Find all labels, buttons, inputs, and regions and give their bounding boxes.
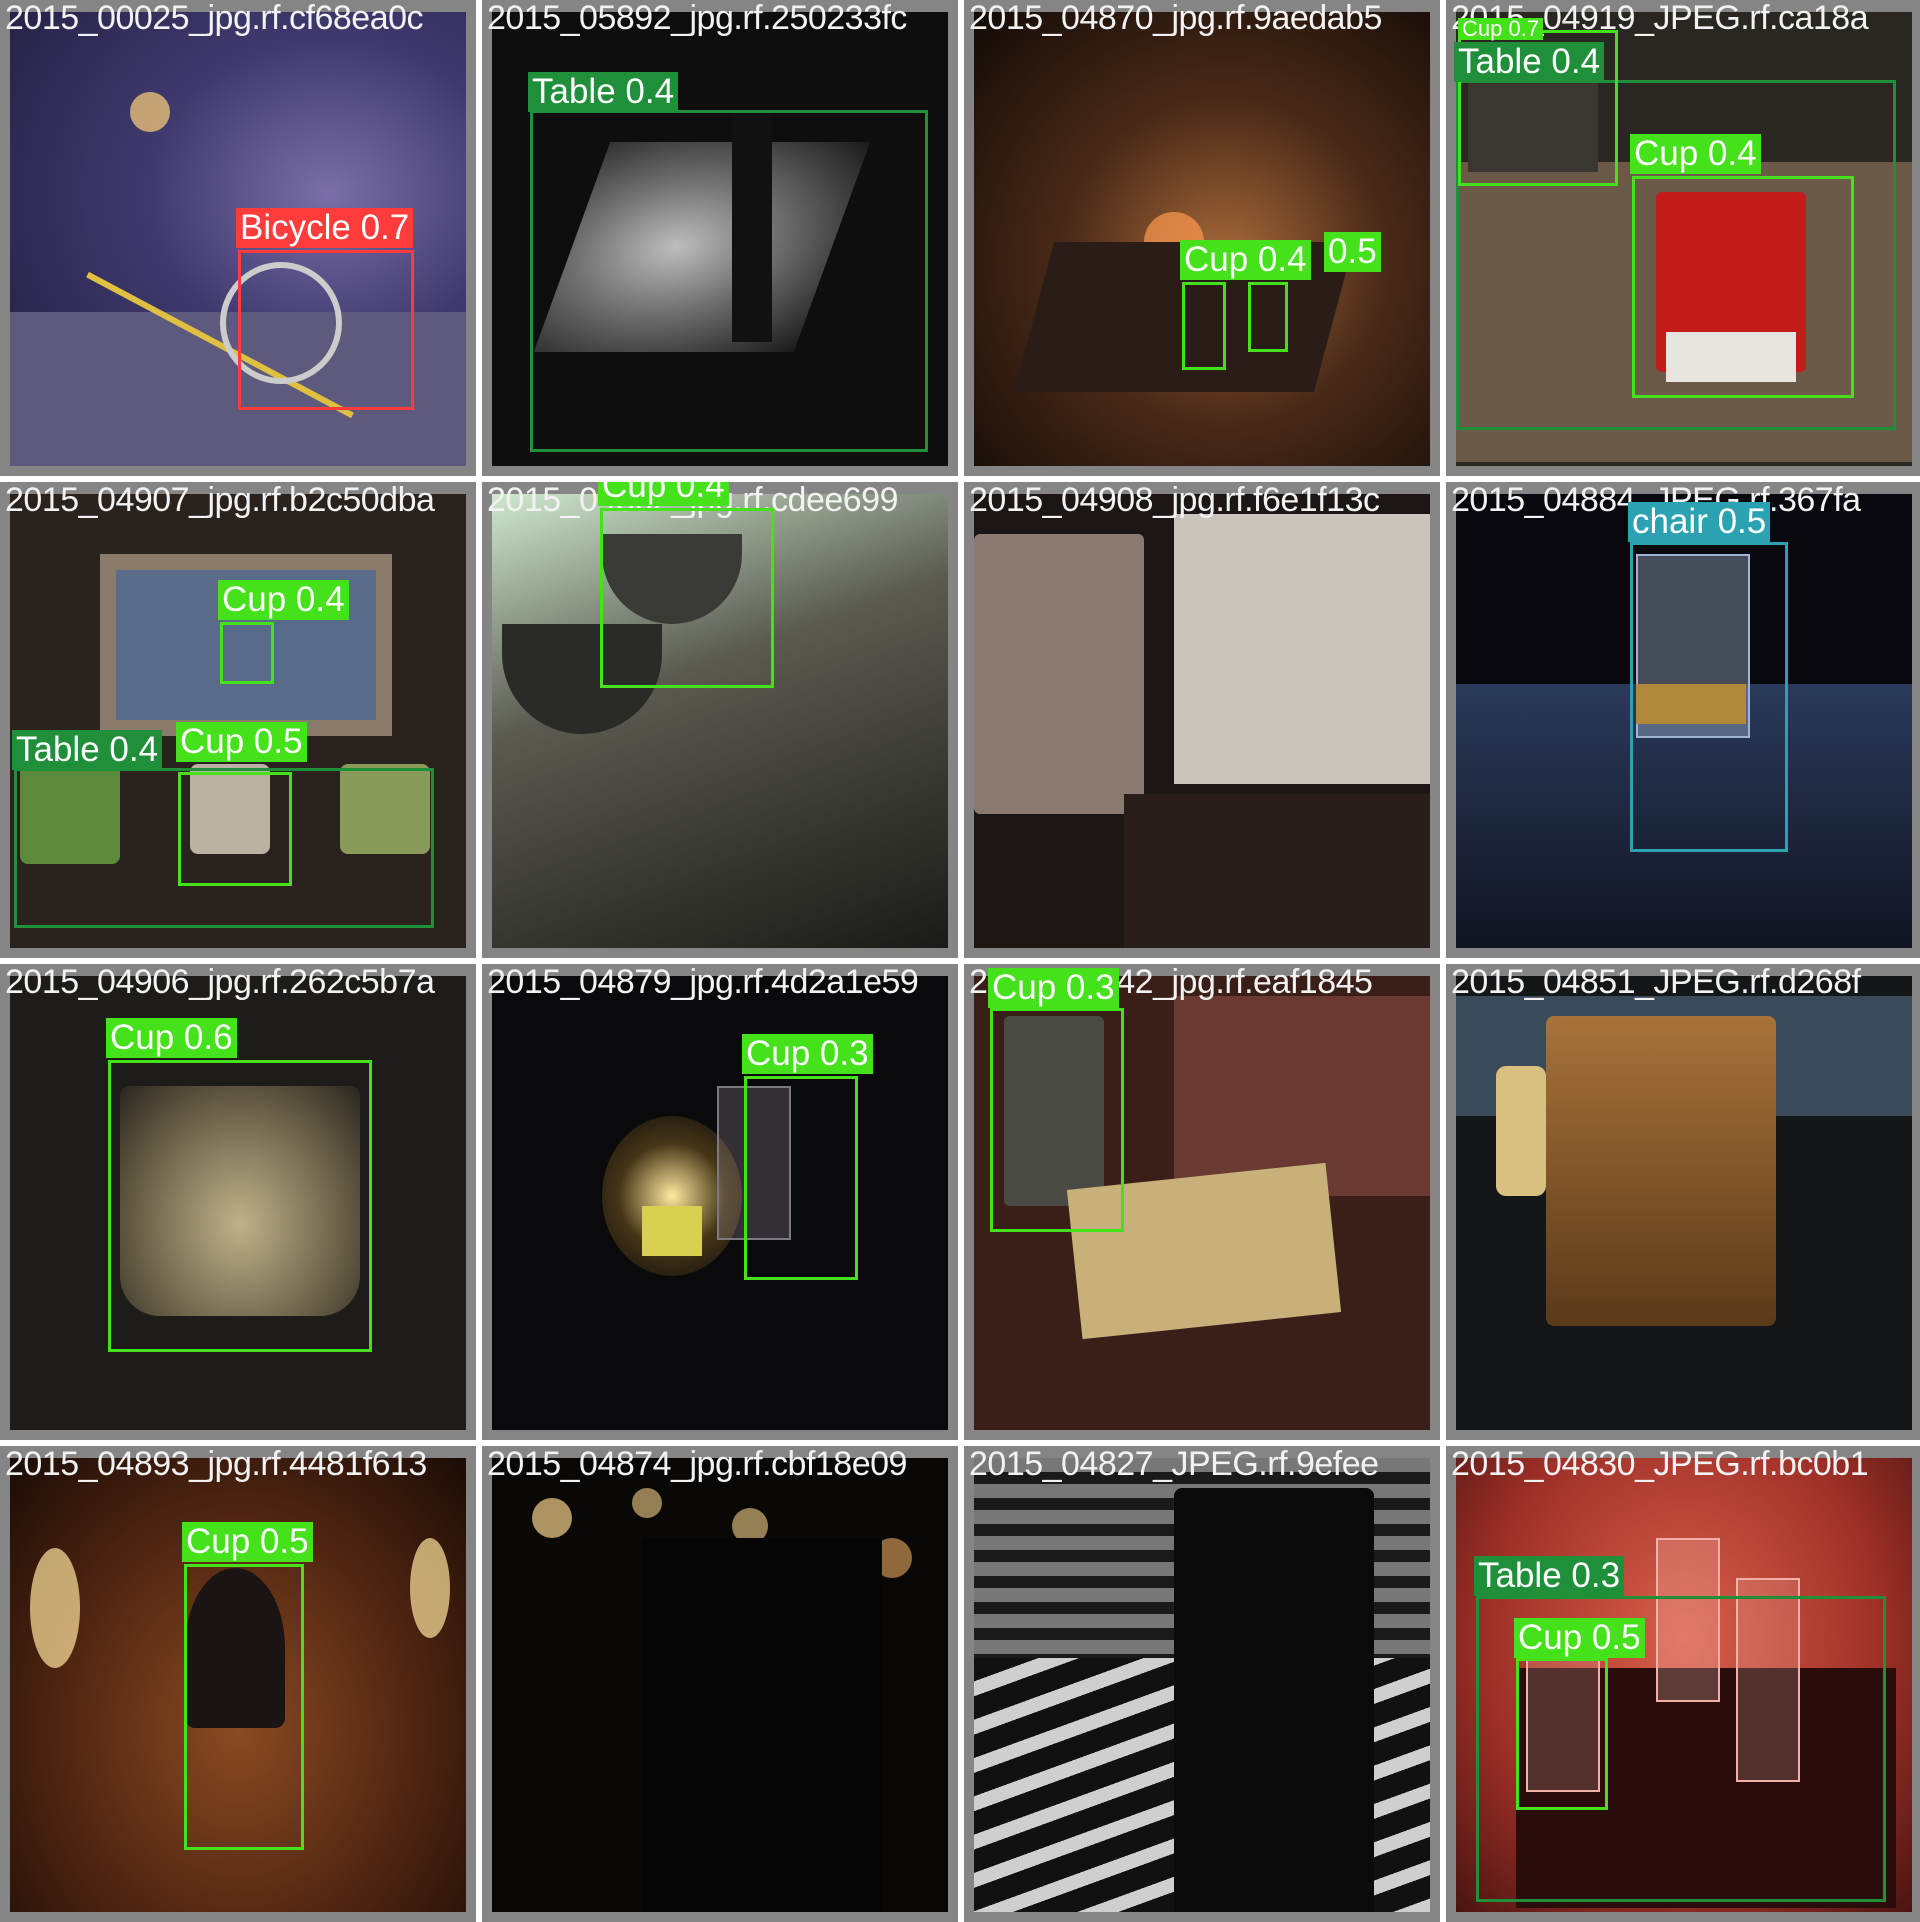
photo-mug-blinds <box>974 1458 1430 1912</box>
cup-bounding-box <box>744 1076 858 1280</box>
tile-4: 2015_04919_JPEG.rf.ca18a Table 0.4 Cup 0… <box>1446 0 1920 476</box>
detection-label: Cup 0.5 <box>1514 1618 1645 1658</box>
image-filename: 2015_00025_jpg.rf.cf68ea0c <box>5 0 424 37</box>
photo-candle-wineglass <box>492 976 948 1430</box>
tile-1: 2015_00025_jpg.rf.cf68ea0c Bicycle 0.7 <box>0 0 476 476</box>
detection-label: Cup 0.3 <box>742 1034 873 1074</box>
tile-12: 2015_04851_JPEG.rf.d268f <box>1446 964 1920 1440</box>
tile-2: 2015_05892_jpg.rf.250233fc Table 0.4 <box>482 0 958 476</box>
cup-bounding-box <box>178 772 292 886</box>
cup-bounding-box <box>220 622 274 684</box>
detection-label: Cup 0.7 <box>1458 18 1544 40</box>
tile-5: 2015_04907_jpg.rf.b2c50dba Cup 0.4 Table… <box>0 482 476 958</box>
tile-13: 2015_04893_jpg.rf.4481f613 Cup 0.5 <box>0 1446 476 1922</box>
cup-bounding-box <box>1516 1658 1608 1810</box>
table-bounding-box <box>530 110 928 452</box>
detection-label: Cup 0.4 <box>1180 240 1311 280</box>
chair-bounding-box <box>1630 542 1788 852</box>
tile-7: 2015_04908_jpg.rf.f6e1f13c <box>964 482 1440 958</box>
detection-label: Table 0.4 <box>528 72 679 112</box>
mosaic-grid: 2015_00025_jpg.rf.cf68ea0c Bicycle 0.7 2… <box>0 0 1920 1922</box>
tile-6: 2015_04862_jpg.rf.cdee699 Cup 0.4 <box>482 482 958 958</box>
tile-10: 2015_04879_jpg.rf.4d2a1e59 Cup 0.3 <box>482 964 958 1440</box>
detection-label: Cup 0.3 <box>988 968 1119 1008</box>
detection-label: Cup 0.5 <box>182 1522 313 1562</box>
cup-bounding-box <box>184 1564 304 1850</box>
photo-beer-pint <box>1456 976 1912 1430</box>
tile-3: 2015_04870_jpg.rf.9aedab5 Cup 0.4 0.5 <box>964 0 1440 476</box>
detection-label: Cup 0.4 <box>1630 134 1761 174</box>
cup-bounding-box <box>1248 282 1288 352</box>
tile-9: 2015_04906_jpg.rf.262c5b7a Cup 0.6 <box>0 964 476 1440</box>
detection-label: 0.5 <box>1324 232 1381 272</box>
image-filename: 2015_04870_jpg.rf.9aedab5 <box>969 0 1382 37</box>
tile-16: 2015_04830_JPEG.rf.bc0b1 Table 0.3 Cup 0… <box>1446 1446 1920 1922</box>
image-filename: 2015_04907_jpg.rf.b2c50dba <box>5 482 435 519</box>
cup-bounding-box <box>1632 176 1854 398</box>
image-filename: 2015_04906_jpg.rf.262c5b7a <box>5 964 435 1001</box>
detection-label: Table 0.4 <box>1454 42 1605 82</box>
image-filename: 2015_04851_JPEG.rf.d268f <box>1451 964 1861 1001</box>
detection-label: Table 0.3 <box>1474 1556 1625 1596</box>
detection-label: Cup 0.5 <box>176 722 307 762</box>
detection-label: Cup 0.4 <box>598 482 729 506</box>
tile-14: 2015_04874_jpg.rf.cbf18e09 <box>482 1446 958 1922</box>
tile-15: 2015_04827_JPEG.rf.9efee <box>964 1446 1440 1922</box>
image-filename: 2015_05892_jpg.rf.250233fc <box>487 0 907 37</box>
cup-bounding-box <box>990 1008 1124 1232</box>
tile-11: 2015_04842_jpg.rf.eaf1845 Cup 0.3 <box>964 964 1440 1440</box>
photo-bokeh-mug <box>492 1458 948 1912</box>
image-filename: 2015_04879_jpg.rf.4d2a1e59 <box>487 964 919 1001</box>
detection-label: Cup 0.4 <box>218 580 349 620</box>
detection-label: Bicycle 0.7 <box>236 208 414 248</box>
image-filename: 2015_04827_JPEG.rf.9efee <box>969 1446 1379 1483</box>
photo-mug-window <box>974 494 1430 948</box>
cup-bounding-box <box>600 508 774 688</box>
tile-8: 2015_04884_JPEG.rf.367fa chair 0.5 <box>1446 482 1920 958</box>
cup-bounding-box <box>108 1060 372 1352</box>
image-filename: 2015_04830_JPEG.rf.bc0b1 <box>1451 1446 1869 1483</box>
detection-label: chair 0.5 <box>1628 502 1771 542</box>
bicycle-bounding-box <box>238 250 414 410</box>
detection-label: Cup 0.6 <box>106 1018 237 1058</box>
image-filename: 2015_04908_jpg.rf.f6e1f13c <box>969 482 1380 519</box>
detection-label: Table 0.4 <box>12 730 163 770</box>
cup-bounding-box <box>1182 282 1226 370</box>
image-filename: 2015_04893_jpg.rf.4481f613 <box>5 1446 427 1483</box>
image-filename: 2015_04874_jpg.rf.cbf18e09 <box>487 1446 907 1483</box>
